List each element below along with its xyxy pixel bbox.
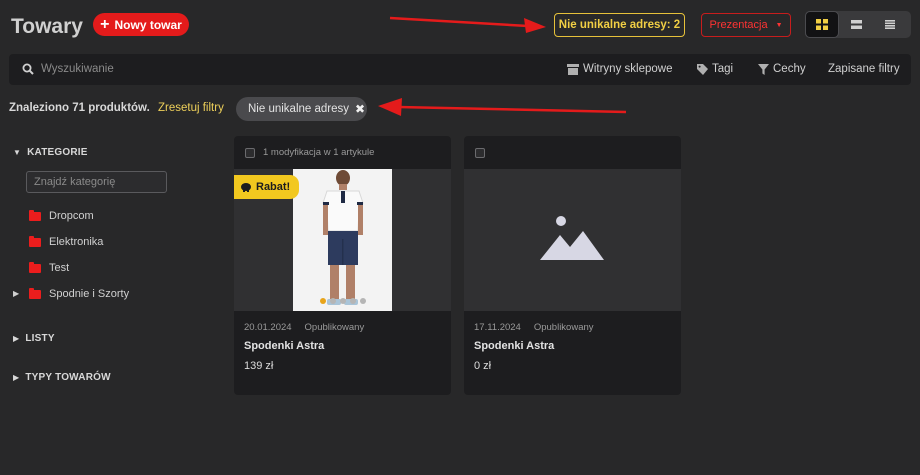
search-bar: Wyszukiwanie Witryny sklepowe Tagi Cechy…	[9, 54, 911, 85]
features-label: Cechy	[773, 63, 806, 75]
product-price: 0 zł	[474, 360, 492, 372]
product-types-section-toggle[interactable]: ▶ TYPY TOWARÓW	[13, 372, 111, 383]
discount-label: Rabat!	[256, 181, 291, 193]
tags-label: Tagi	[712, 63, 734, 75]
folder-icon	[29, 209, 41, 221]
piggy-bank-icon	[241, 183, 251, 192]
category-label: Test	[49, 262, 70, 274]
product-image-placeholder[interactable]	[464, 169, 681, 311]
tags-filter[interactable]: Tagi	[697, 63, 733, 75]
lists-section-toggle[interactable]: ▶ LISTY	[13, 333, 55, 344]
compact-list-icon	[885, 20, 895, 29]
search-input[interactable]: Wyszukiwanie	[41, 63, 114, 75]
compact-view-button[interactable]	[873, 11, 907, 38]
folder-icon	[29, 261, 41, 273]
product-date: 20.01.2024	[244, 322, 292, 333]
product-status: Opublikowany	[533, 322, 594, 333]
page-title: Towary	[11, 15, 83, 38]
modification-info: 1 modyfikacja w 1 artykule	[263, 147, 375, 158]
image-carousel-dots[interactable]	[320, 298, 366, 304]
saved-filters-button[interactable]: Zapisane filtry	[828, 63, 900, 75]
caret-right-icon[interactable]: ▶	[13, 289, 19, 298]
carousel-dot[interactable]	[330, 298, 336, 304]
results-count: Znaleziono 71 produktów.	[9, 102, 150, 114]
features-filter[interactable]: Cechy	[758, 63, 806, 75]
grid-icon	[816, 19, 828, 30]
card-meta: 20.01.2024 Opublikowany	[244, 322, 364, 333]
storefronts-label: Witryny sklepowe	[583, 63, 673, 75]
tag-icon	[697, 63, 708, 75]
discount-badge: Rabat!	[234, 175, 299, 199]
product-card[interactable]: 1 modyfikacja w 1 artykule Rabat! 20.01.…	[234, 136, 451, 395]
list-view-button[interactable]	[839, 11, 873, 38]
caret-down-icon: ▼	[13, 148, 22, 157]
lists-title: LISTY	[25, 333, 55, 344]
caret-right-icon: ▶	[13, 373, 20, 382]
presentation-label: Prezentacja	[709, 19, 768, 31]
product-date: 17.11.2024	[474, 322, 521, 333]
search-icon	[22, 63, 34, 75]
saved-filters-label: Zapisane filtry	[828, 63, 900, 75]
product-status: Opublikowany	[304, 322, 365, 333]
card-header	[464, 136, 681, 169]
grid-view-button[interactable]	[805, 11, 839, 38]
list-icon	[850, 20, 862, 29]
new-product-label: Nowy towar	[114, 17, 182, 32]
category-item-elektronika[interactable]: Elektronika	[29, 235, 104, 248]
active-filter-chip[interactable]: Nie unikalne adresy ✖	[236, 97, 367, 121]
category-label: Elektronika	[49, 236, 104, 248]
card-meta: 17.11.2024 Opublikowany	[474, 322, 594, 333]
annotation-arrow-chip	[378, 98, 627, 116]
category-item-test[interactable]: Test	[29, 261, 70, 274]
folder-icon	[29, 287, 41, 299]
category-item-spodnie[interactable]: Spodnie i Szorty	[29, 287, 130, 300]
folder-icon	[29, 235, 41, 247]
image-placeholder-icon	[540, 216, 604, 260]
categories-section-toggle[interactable]: ▼ KATEGORIE	[13, 147, 88, 158]
model-photo	[293, 169, 392, 311]
select-checkbox[interactable]	[245, 147, 255, 158]
carousel-dot[interactable]	[320, 298, 326, 304]
carousel-dot[interactable]	[340, 298, 346, 304]
annotation-arrow-top	[389, 16, 546, 33]
category-label: Dropcom	[49, 210, 94, 222]
filter-icon	[758, 63, 769, 75]
close-icon[interactable]: ✖	[355, 102, 365, 116]
storefront-icon	[567, 63, 579, 75]
select-checkbox[interactable]	[475, 147, 485, 158]
caret-right-icon: ▶	[13, 334, 20, 343]
product-card[interactable]: 17.11.2024 Opublikowany Spodenki Astra 0…	[464, 136, 681, 395]
category-item-dropcom[interactable]: Dropcom	[29, 209, 94, 222]
storefronts-filter[interactable]: Witryny sklepowe	[567, 63, 672, 75]
carousel-dot[interactable]	[360, 298, 366, 304]
product-name[interactable]: Spodenki Astra	[244, 340, 324, 352]
product-name[interactable]: Spodenki Astra	[474, 340, 554, 352]
new-product-button[interactable]: + Nowy towar	[93, 13, 189, 36]
product-price: 139 zł	[244, 360, 274, 372]
plus-icon: +	[100, 15, 110, 33]
product-photo[interactable]	[293, 169, 392, 311]
carousel-dot[interactable]	[350, 298, 356, 304]
active-filter-label: Nie unikalne adresy	[248, 103, 350, 115]
presentation-dropdown[interactable]: Prezentacja ▼	[701, 13, 791, 37]
chevron-down-icon: ▼	[775, 21, 783, 29]
nonunique-addresses-button[interactable]: Nie unikalne adresy: 2	[554, 13, 685, 37]
product-types-title: TYPY TOWARÓW	[25, 372, 111, 383]
view-toggle-group	[805, 11, 911, 38]
categories-title: KATEGORIE	[27, 147, 88, 158]
reset-filters-link[interactable]: Zresetuj filtry	[158, 102, 224, 114]
card-header: 1 modyfikacja w 1 artykule	[234, 136, 451, 169]
category-search-input[interactable]: Znajdź kategorię	[26, 171, 167, 193]
category-label: Spodnie i Szorty	[49, 288, 130, 300]
